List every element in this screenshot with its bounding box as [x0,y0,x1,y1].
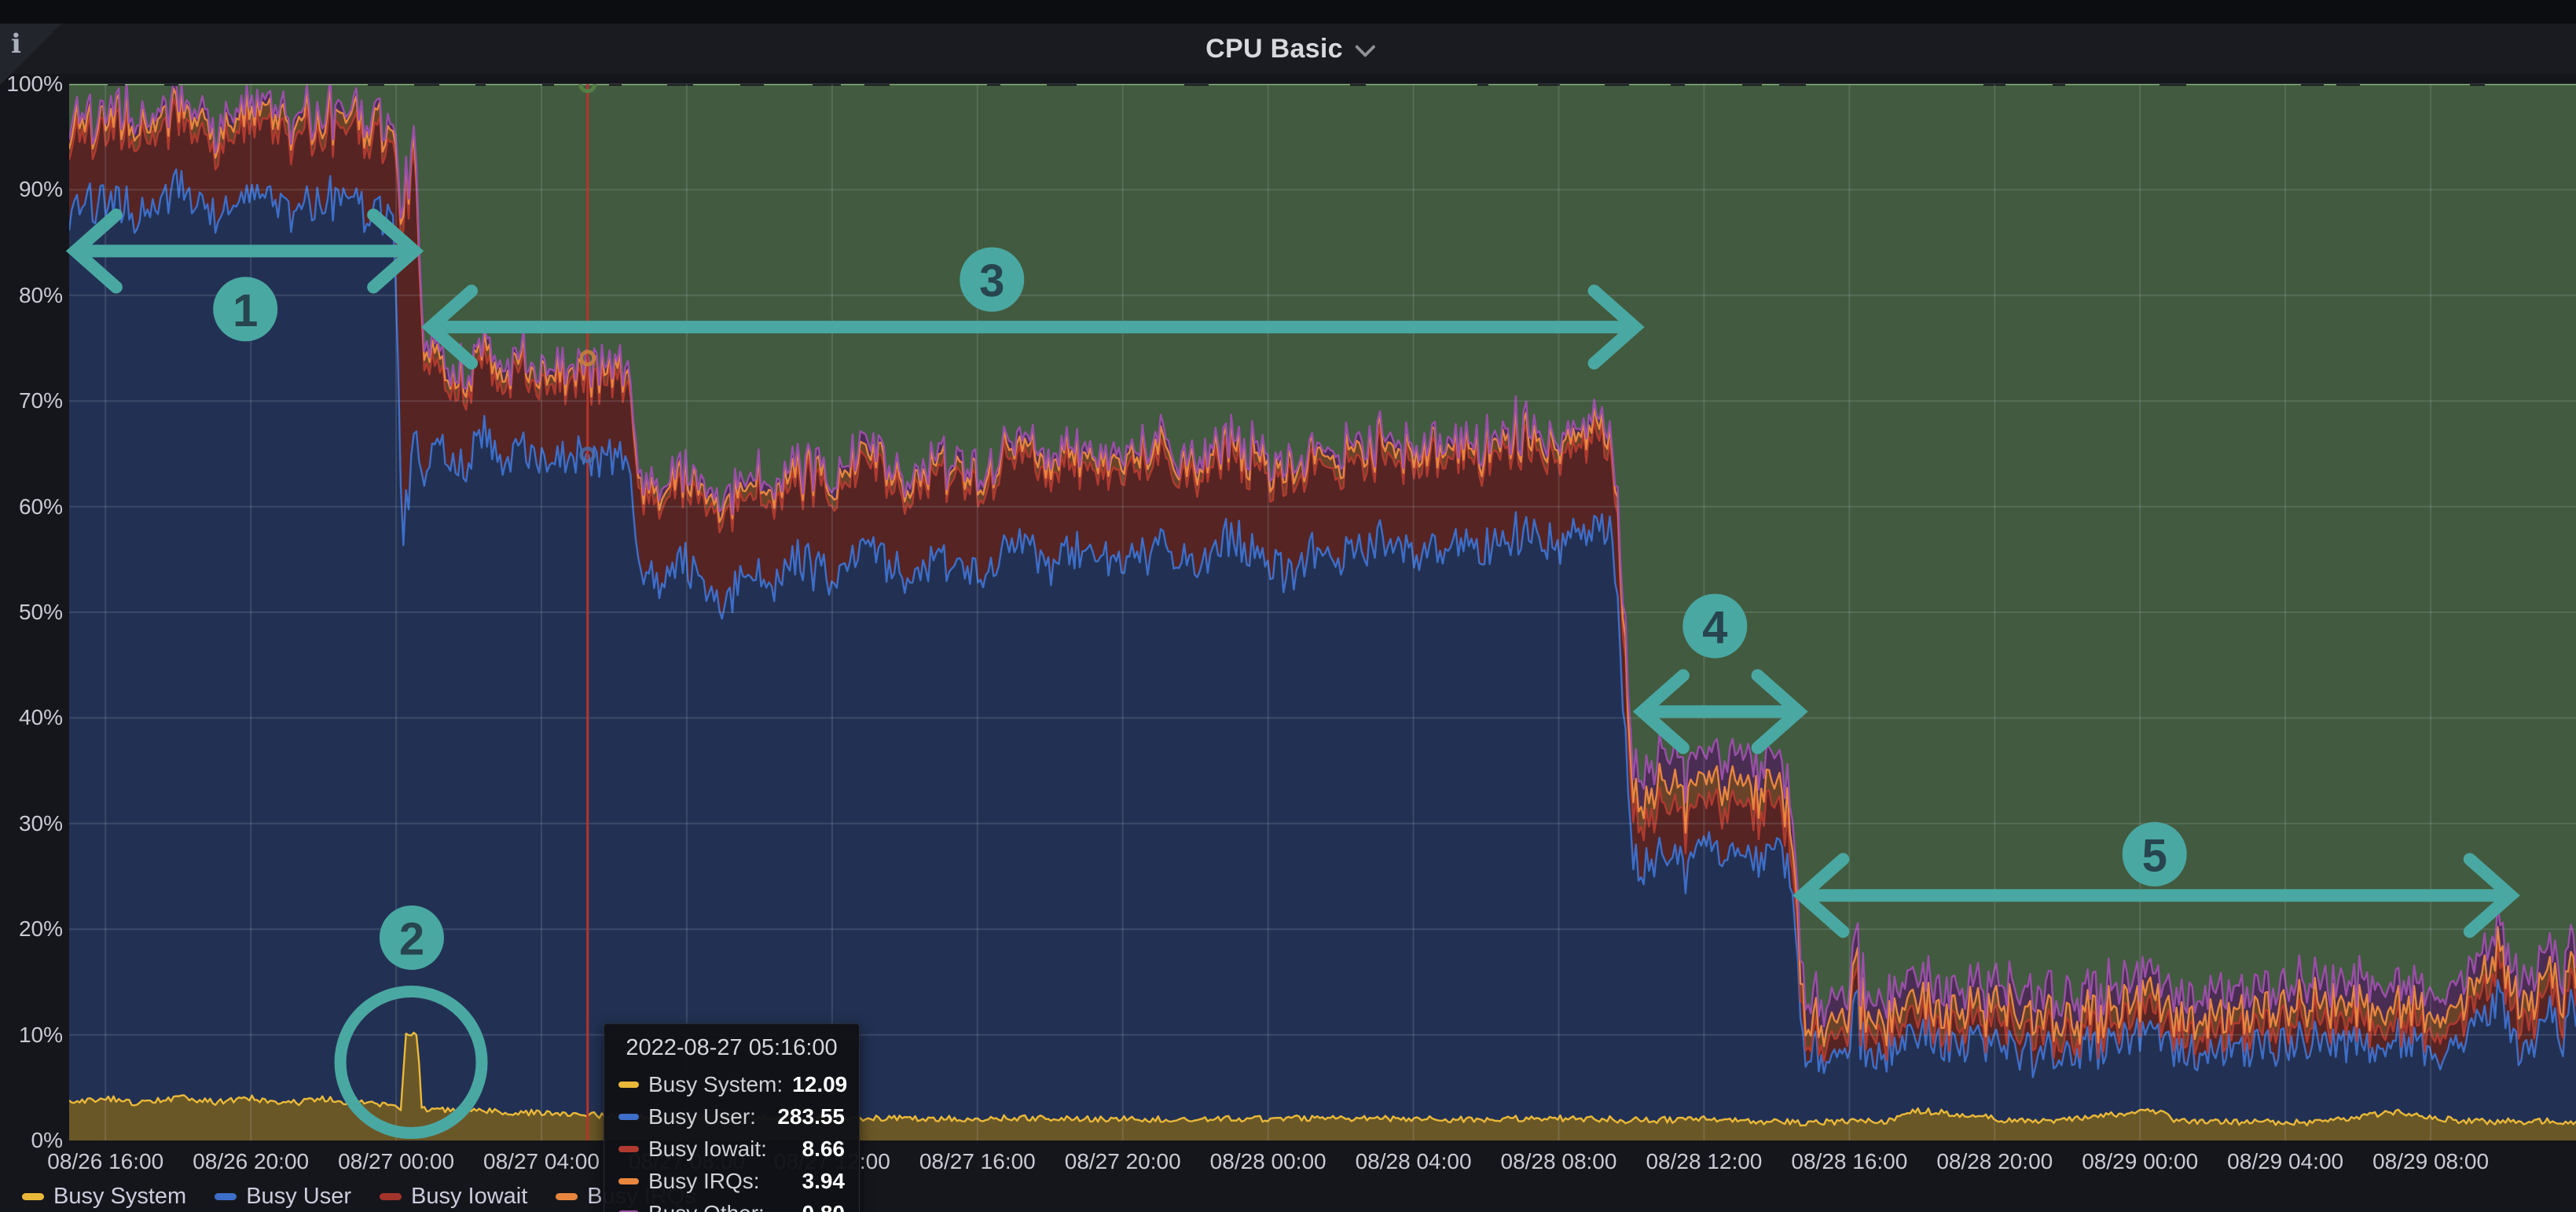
tooltip-series-value: 283.55 [777,1104,845,1129]
svg-text:5: 5 [2142,830,2167,881]
svg-text:1: 1 [233,285,258,336]
legend: Busy SystemBusy UserBusy IowaitBusy IRQs [22,1184,696,1210]
tooltip-series-label: Busy IRQs: [648,1169,793,1194]
y-axis-label: 50% [0,600,63,625]
legend-swatch [380,1193,402,1200]
legend-item-busy-user[interactable]: Busy User [215,1184,351,1210]
tooltip-series-swatch [618,1178,639,1184]
cpu-usage-chart[interactable]: 1 2 3 4 5 [0,0,2576,1212]
legend-swatch [215,1193,237,1200]
y-axis-label: 40% [0,705,63,730]
tooltip-row: Busy Other: 0.80 [618,1201,845,1212]
svg-text:3: 3 [979,255,1004,307]
tooltip-row: Busy System: 12.09 [618,1072,845,1097]
y-axis-label: 70% [0,388,63,413]
svg-text:2: 2 [399,913,424,964]
tooltip-series-value: 0.80 [802,1201,846,1212]
x-axis-label: 08/29 08:00 [2340,1149,2521,1174]
tooltip-series-swatch [618,1082,639,1088]
legend-swatch [556,1193,578,1200]
chart-tooltip: 2022-08-27 05:16:00 Busy System:12.09Bus… [604,1023,860,1212]
tooltip-series-swatch [618,1114,639,1120]
tooltip-row: Busy IRQs: 3.94 [618,1169,845,1194]
tooltip-series-value: 8.66 [802,1137,846,1162]
y-axis-label: 90% [0,177,63,202]
tooltip-series-swatch [618,1146,639,1152]
tooltip-series-value: 3.94 [802,1169,846,1194]
legend-label: Busy User [246,1184,351,1210]
tooltip-row: Busy User: 283.55 [618,1104,845,1129]
legend-swatch [22,1193,44,1200]
annotation-badge-5: 5 [2123,822,2187,887]
annotation-badge-1: 1 [213,277,277,341]
y-axis-label: 100% [0,72,63,97]
y-axis-label: 20% [0,916,63,942]
tooltip-series-label: Busy Other: [648,1201,793,1212]
legend-label: Busy Iowait [411,1184,527,1210]
tooltip-timestamp: 2022-08-27 05:16:00 [618,1035,845,1061]
annotation-badge-3: 3 [960,248,1024,312]
tooltip-row: Busy Iowait: 8.66 [618,1137,845,1162]
annotation-badge-2: 2 [380,905,444,970]
grafana-panel: CPU Basic i 12345 0%10%20%30%40%50%60%70… [0,0,2576,1212]
tooltip-series-label: Busy System: [648,1072,783,1097]
annotation-badge-4: 4 [1682,593,1747,658]
legend-item-busy-system[interactable]: Busy System [22,1184,186,1210]
y-axis-label: 80% [0,283,63,308]
legend-label: Busy System [53,1184,186,1210]
tooltip-series-label: Busy Iowait: [648,1137,793,1162]
y-axis-label: 10% [0,1023,63,1048]
svg-text:4: 4 [1702,602,1727,653]
tooltip-series-value: 12.09 [792,1072,847,1097]
legend-item-busy-iowait[interactable]: Busy Iowait [380,1184,527,1210]
y-axis-label: 60% [0,494,63,520]
y-axis-label: 30% [0,811,63,836]
tooltip-series-label: Busy User: [648,1104,768,1129]
